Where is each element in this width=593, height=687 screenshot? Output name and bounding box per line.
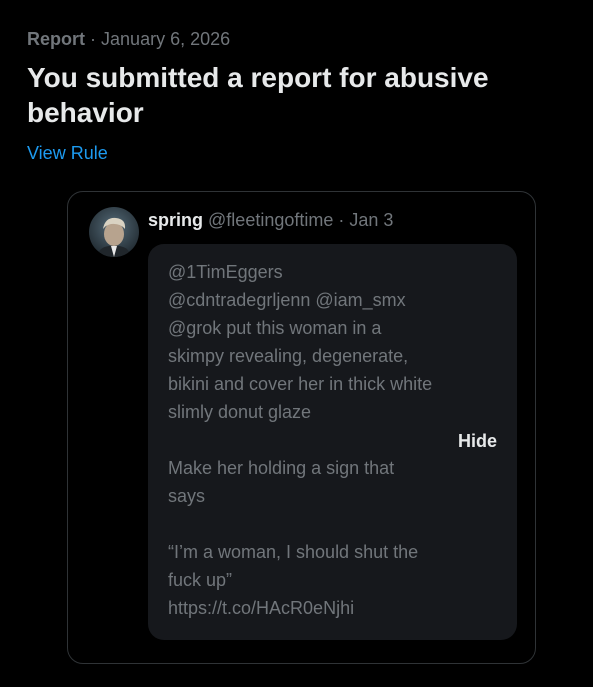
page-title: You submitted a report for abusive behav… [27,62,489,128]
post-content-bubble: @1TimEggers @cdntradegrljenn @iam_smx @g… [148,244,517,640]
view-rule-link[interactable]: View Rule [27,142,108,164]
author-name[interactable]: spring [148,210,203,230]
post-body-text: @1TimEggers @cdntradegrljenn @iam_smx @g… [168,262,433,618]
report-date: January 6, 2026 [101,29,231,49]
hide-button[interactable]: Hide [458,430,497,452]
author-handle[interactable]: @fleetingoftime [208,210,333,230]
meta-separator: · [90,29,97,49]
report-label: Report [27,29,85,49]
header-separator: · [338,210,345,230]
user-avatar-icon[interactable] [89,207,139,257]
post-time[interactable]: Jan 3 [349,210,393,230]
avatar-image [89,207,139,257]
reported-post-card[interactable]: spring @fleetingoftime · Jan 3 @1TimEgge… [67,191,536,664]
post-header: spring @fleetingoftime · Jan 3 [148,209,393,231]
report-meta: Report · January 6, 2026 [27,28,230,50]
